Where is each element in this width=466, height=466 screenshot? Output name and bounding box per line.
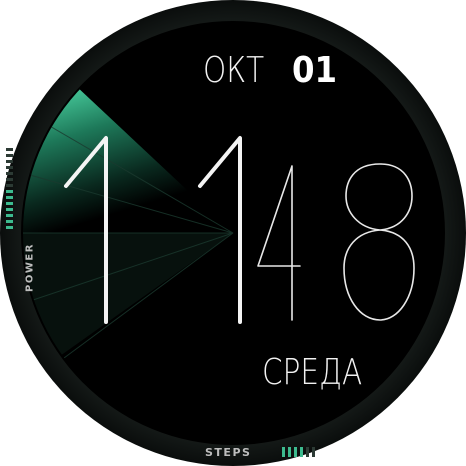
power-tick bbox=[6, 166, 13, 169]
steps-tick-active bbox=[288, 447, 291, 457]
power-tick-active bbox=[6, 214, 13, 217]
steps-tick-active bbox=[300, 447, 303, 457]
power-tick bbox=[6, 184, 13, 187]
power-tick-active bbox=[6, 208, 13, 211]
steps-tick bbox=[312, 447, 315, 457]
steps-tick-active bbox=[294, 447, 297, 457]
month-label: ОКТ bbox=[203, 50, 265, 91]
power-tick bbox=[6, 178, 13, 181]
power-tick-active bbox=[6, 226, 13, 229]
steps-tick bbox=[306, 447, 309, 457]
power-tick bbox=[6, 172, 13, 175]
steps-label: STEPS bbox=[205, 446, 252, 459]
date-display: ОКТ 01 bbox=[203, 50, 337, 102]
power-label: POWER bbox=[24, 243, 36, 292]
power-tick-active bbox=[6, 196, 13, 199]
power-tick bbox=[6, 154, 13, 157]
power-tick-active bbox=[6, 202, 13, 205]
steps-tick-active bbox=[282, 447, 285, 457]
power-tick-active bbox=[6, 190, 13, 193]
weekday-label: СРЕДА bbox=[262, 352, 363, 393]
day-number: 01 bbox=[292, 50, 338, 91]
power-tick bbox=[6, 160, 13, 163]
power-tick-active bbox=[6, 220, 13, 223]
watch-face: ОКТ 01 СРЕДА STEPS POWER bbox=[0, 0, 466, 466]
power-tick bbox=[6, 148, 13, 151]
